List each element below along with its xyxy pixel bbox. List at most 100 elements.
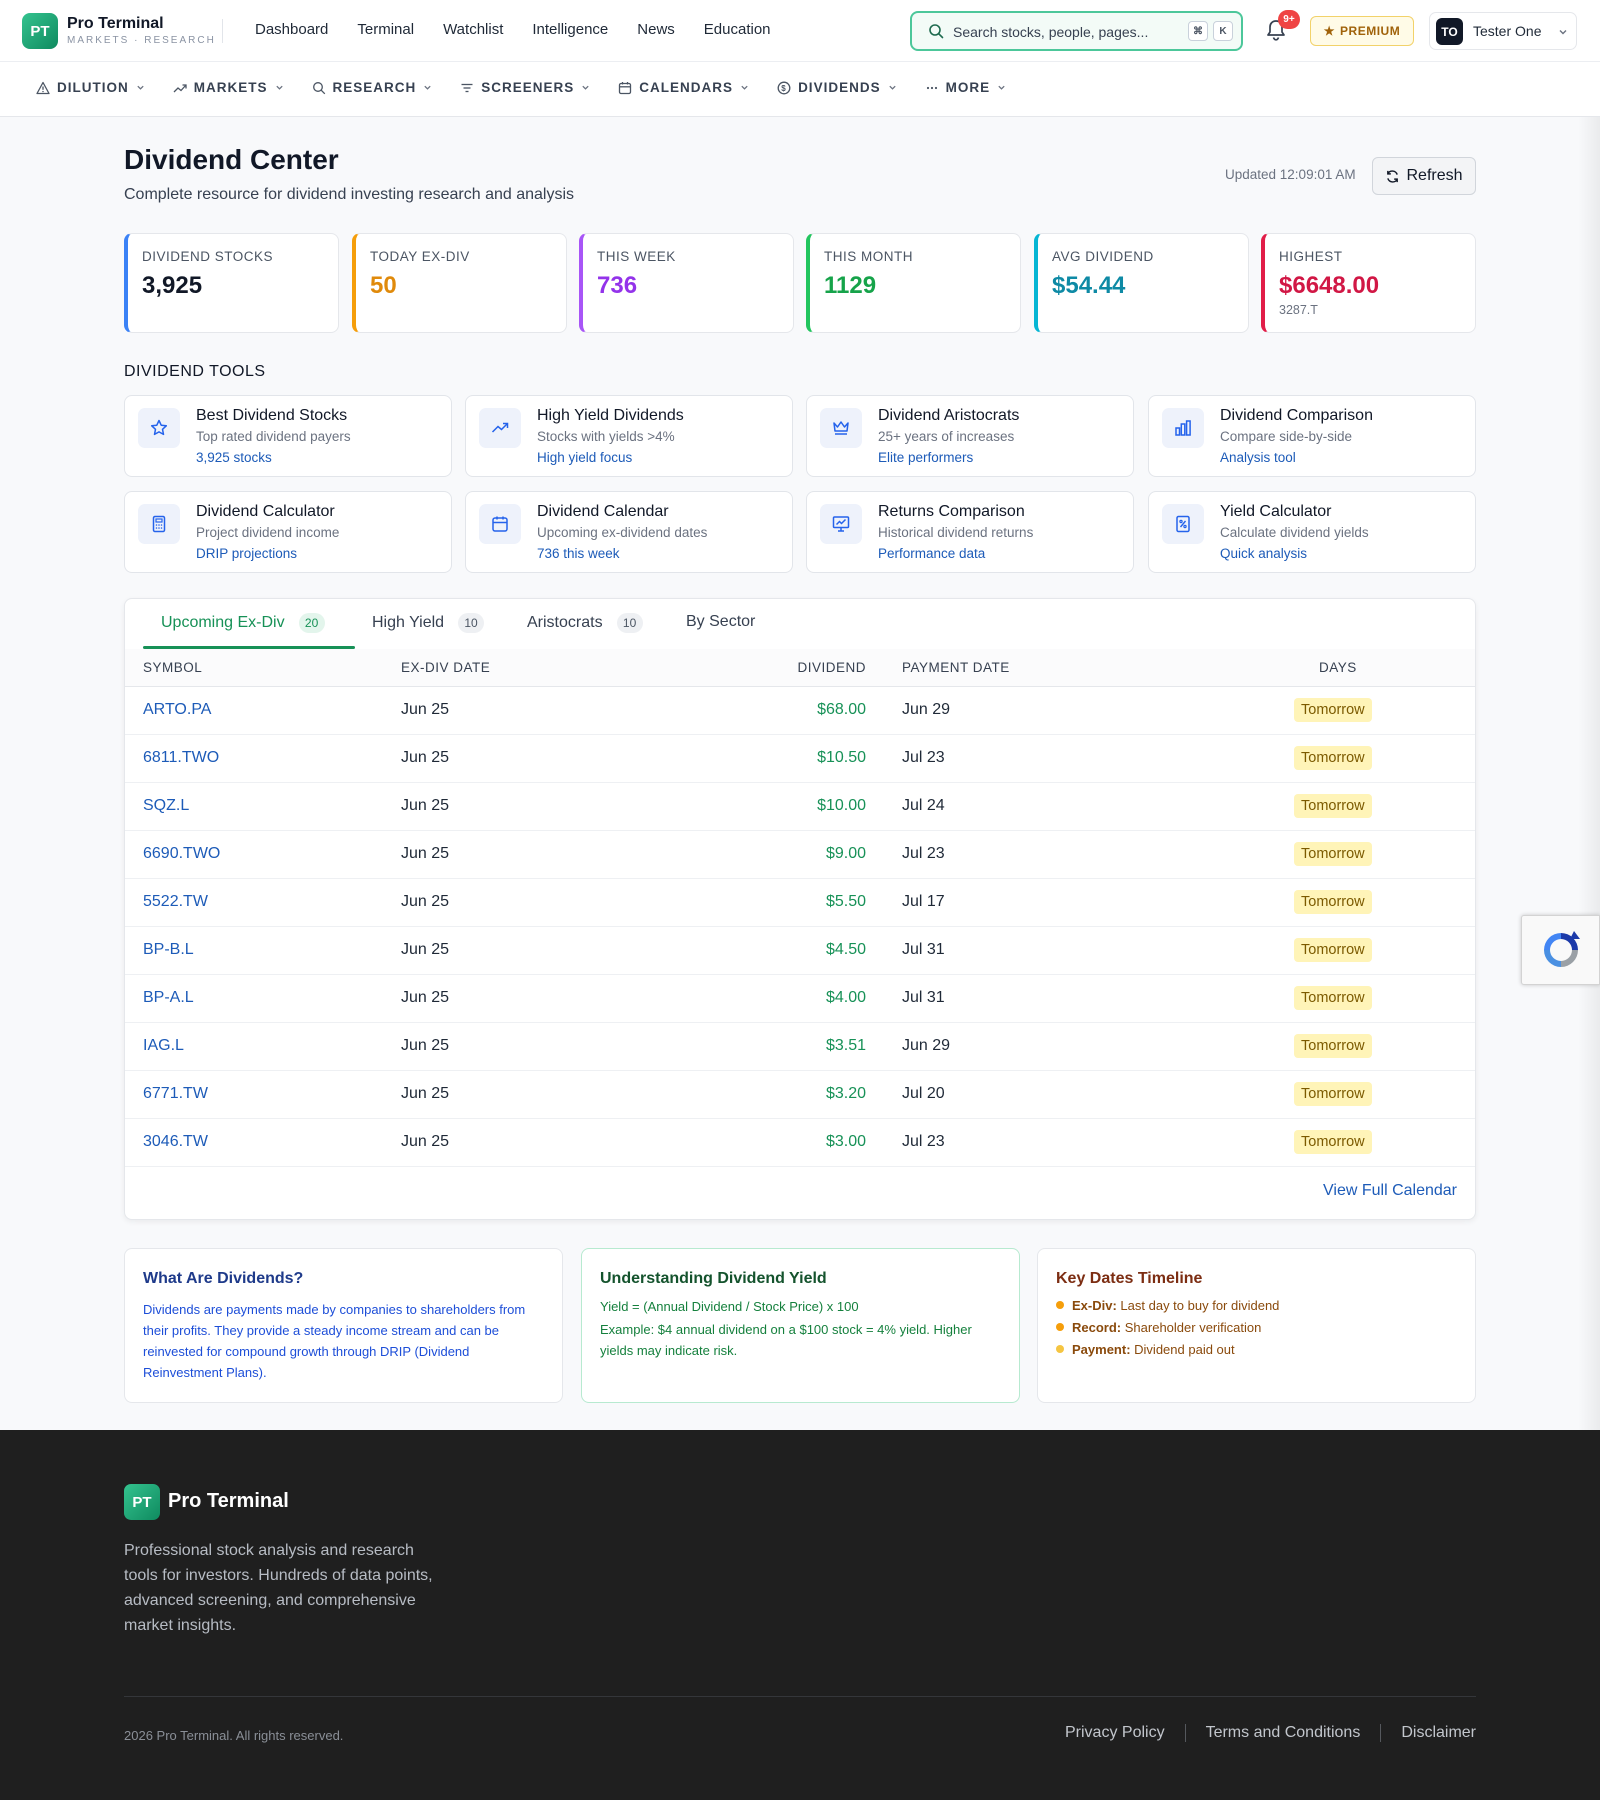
tool-card-yield-calculator[interactable]: Yield Calculator Calculate dividend yiel… [1148, 491, 1476, 573]
tab-high-yield[interactable]: High Yield 10 [372, 613, 485, 633]
nav-news[interactable]: News [637, 21, 675, 38]
info-card-what-are-dividends: What Are Dividends? Dividends are paymen… [124, 1248, 563, 1403]
stat-card-this-month: THIS MONTH 1129 [806, 233, 1021, 333]
ex-div-date: Jun 25 [401, 1085, 450, 1102]
logo-badge[interactable]: PT [22, 13, 58, 49]
stat-label: TODAY EX-DIV [370, 249, 470, 264]
bar-chart-icon [1162, 408, 1204, 448]
tab-label: Upcoming Ex-Div [161, 614, 285, 631]
symbol-link[interactable]: 6811.TWO [143, 749, 219, 767]
dividend-amount: $4.00 [825, 989, 866, 1006]
nav-education[interactable]: Education [704, 21, 771, 38]
tool-card-dividend-calculator[interactable]: Dividend Calculator Project dividend inc… [124, 491, 452, 573]
symbol-link[interactable]: 6690.TWO [143, 845, 220, 863]
stat-card-dividend-stocks: DIVIDEND STOCKS 3,925 [124, 233, 339, 333]
tool-link[interactable]: 736 this week [537, 546, 620, 561]
nav-dashboard[interactable]: Dashboard [255, 21, 328, 38]
stat-card-highest: HIGHEST $6648.00 3287.T [1261, 233, 1476, 333]
refresh-button[interactable]: Refresh [1372, 157, 1476, 195]
footer-link-separator [1184, 1724, 1186, 1742]
brand-name[interactable]: Pro Terminal [67, 15, 164, 33]
subnav-dilution[interactable]: DILUTION [36, 80, 145, 95]
footer-brand-name[interactable]: Pro Terminal [168, 1490, 289, 1513]
calendar-icon [479, 504, 521, 544]
tool-link[interactable]: Analysis tool [1220, 450, 1296, 465]
terms-link[interactable]: Terms and Conditions [1206, 1724, 1361, 1742]
scroll-edge-shadow [1578, 117, 1600, 1430]
subnav-more[interactable]: MORE [925, 80, 1007, 95]
tab-upcoming-ex-div[interactable]: Upcoming Ex-Div 20 [161, 613, 325, 633]
tab-aristocrats[interactable]: Aristocrats 10 [527, 613, 643, 633]
tool-link[interactable]: Performance data [878, 546, 985, 561]
nav-watchlist[interactable]: Watchlist [443, 21, 503, 38]
table-row[interactable]: ARTO.PA Jun 25 $68.00 Jun 29 Tomorrow [125, 687, 1475, 735]
subnav-label: MORE [945, 80, 991, 95]
subnav-research[interactable]: RESEARCH [312, 80, 433, 95]
premium-badge[interactable]: ★ PREMIUM [1310, 16, 1414, 46]
tool-card-best-dividend-stocks[interactable]: Best Dividend Stocks Top rated dividend … [124, 395, 452, 477]
tool-card-dividend-calendar[interactable]: Dividend Calendar Upcoming ex-dividend d… [465, 491, 793, 573]
table-row[interactable]: 5522.TW Jun 25 $5.50 Jul 17 Tomorrow [125, 879, 1475, 927]
days-badge: Tomorrow [1294, 794, 1372, 818]
nav-intelligence[interactable]: Intelligence [532, 21, 608, 38]
view-full-calendar-link[interactable]: View Full Calendar [1323, 1182, 1457, 1200]
recaptcha-badge[interactable] [1521, 915, 1600, 985]
sub-nav: DILUTION MARKETS RESEARCH SCREENERS CALE… [0, 62, 1600, 117]
tab-label: High Yield [372, 614, 445, 631]
search-icon [312, 81, 326, 95]
footer-divider [124, 1696, 1476, 1697]
table-row[interactable]: SQZ.L Jun 25 $10.00 Jul 24 Tomorrow [125, 783, 1475, 831]
user-menu[interactable]: TO Tester One [1429, 12, 1577, 50]
symbol-link[interactable]: BP-B.L [143, 941, 194, 959]
tool-card-dividend-aristocrats[interactable]: Dividend Aristocrats 25+ years of increa… [806, 395, 1134, 477]
tool-title: Yield Calculator [1220, 503, 1332, 520]
ex-div-date: Jun 25 [401, 797, 450, 814]
tool-link[interactable]: Quick analysis [1220, 546, 1307, 561]
symbol-link[interactable]: IAG.L [143, 1037, 184, 1055]
table-row[interactable]: 6771.TW Jun 25 $3.20 Jul 20 Tomorrow [125, 1071, 1475, 1119]
tool-link[interactable]: DRIP projections [196, 546, 297, 561]
column-header-dividend[interactable]: DIVIDEND [797, 660, 866, 675]
tool-card-returns-comparison[interactable]: Returns Comparison Historical dividend r… [806, 491, 1134, 573]
subnav-dividends[interactable]: $ DIVIDENDS [777, 80, 897, 95]
symbol-link[interactable]: 3046.TW [143, 1133, 208, 1151]
tab-by-sector[interactable]: By Sector [686, 613, 755, 631]
column-header-symbol[interactable]: SYMBOL [143, 660, 202, 675]
table-row[interactable]: IAG.L Jun 25 $3.51 Jun 29 Tomorrow [125, 1023, 1475, 1071]
subnav-markets[interactable]: MARKETS [173, 80, 284, 95]
disclaimer-link[interactable]: Disclaimer [1401, 1724, 1476, 1742]
days-badge: Tomorrow [1294, 1082, 1372, 1106]
tool-link[interactable]: High yield focus [537, 450, 632, 465]
symbol-link[interactable]: 5522.TW [143, 893, 208, 911]
table-row[interactable]: 3046.TW Jun 25 $3.00 Jul 23 Tomorrow [125, 1119, 1475, 1167]
tool-link[interactable]: 3,925 stocks [196, 450, 272, 465]
table-row[interactable]: BP-B.L Jun 25 $4.50 Jul 31 Tomorrow [125, 927, 1475, 975]
info-card-key-dates-timeline: Key Dates Timeline Ex-Div: Last day to b… [1037, 1248, 1476, 1403]
tool-card-high-yield-dividends[interactable]: High Yield Dividends Stocks with yields … [465, 395, 793, 477]
table-row[interactable]: 6690.TWO Jun 25 $9.00 Jul 23 Tomorrow [125, 831, 1475, 879]
ex-div-date: Jun 25 [401, 893, 450, 910]
tool-card-dividend-comparison[interactable]: Dividend Comparison Compare side-by-side… [1148, 395, 1476, 477]
tool-link[interactable]: Elite performers [878, 450, 973, 465]
bullet-dot [1056, 1323, 1064, 1331]
privacy-policy-link[interactable]: Privacy Policy [1065, 1724, 1165, 1742]
nav-terminal[interactable]: Terminal [357, 21, 414, 38]
table-row[interactable]: BP-A.L Jun 25 $4.00 Jul 31 Tomorrow [125, 975, 1475, 1023]
column-header-payment-date[interactable]: PAYMENT DATE [902, 660, 1010, 675]
footer-logo-badge[interactable]: PT [124, 1484, 160, 1520]
subnav-label: SCREENERS [481, 80, 575, 95]
symbol-link[interactable]: 6771.TW [143, 1085, 208, 1103]
table-row[interactable]: 6811.TWO Jun 25 $10.50 Jul 23 Tomorrow [125, 735, 1475, 783]
search-input[interactable]: Search stocks, people, pages... ⌘ K [910, 11, 1243, 51]
symbol-link[interactable]: ARTO.PA [143, 701, 211, 719]
subnav-calendars[interactable]: CALENDARS [618, 80, 749, 95]
payment-date: Jul 24 [902, 797, 945, 814]
command-key-icon: ⌘ [1188, 21, 1208, 41]
stat-card-this-week: THIS WEEK 736 [579, 233, 794, 333]
symbol-link[interactable]: SQZ.L [143, 797, 189, 815]
column-header-ex-div-date[interactable]: EX-DIV DATE [401, 660, 490, 675]
column-header-days[interactable]: DAYS [1319, 660, 1357, 675]
symbol-link[interactable]: BP-A.L [143, 989, 194, 1007]
subnav-screeners[interactable]: SCREENERS [460, 80, 590, 95]
page-subtitle: Complete resource for dividend investing… [124, 186, 575, 203]
